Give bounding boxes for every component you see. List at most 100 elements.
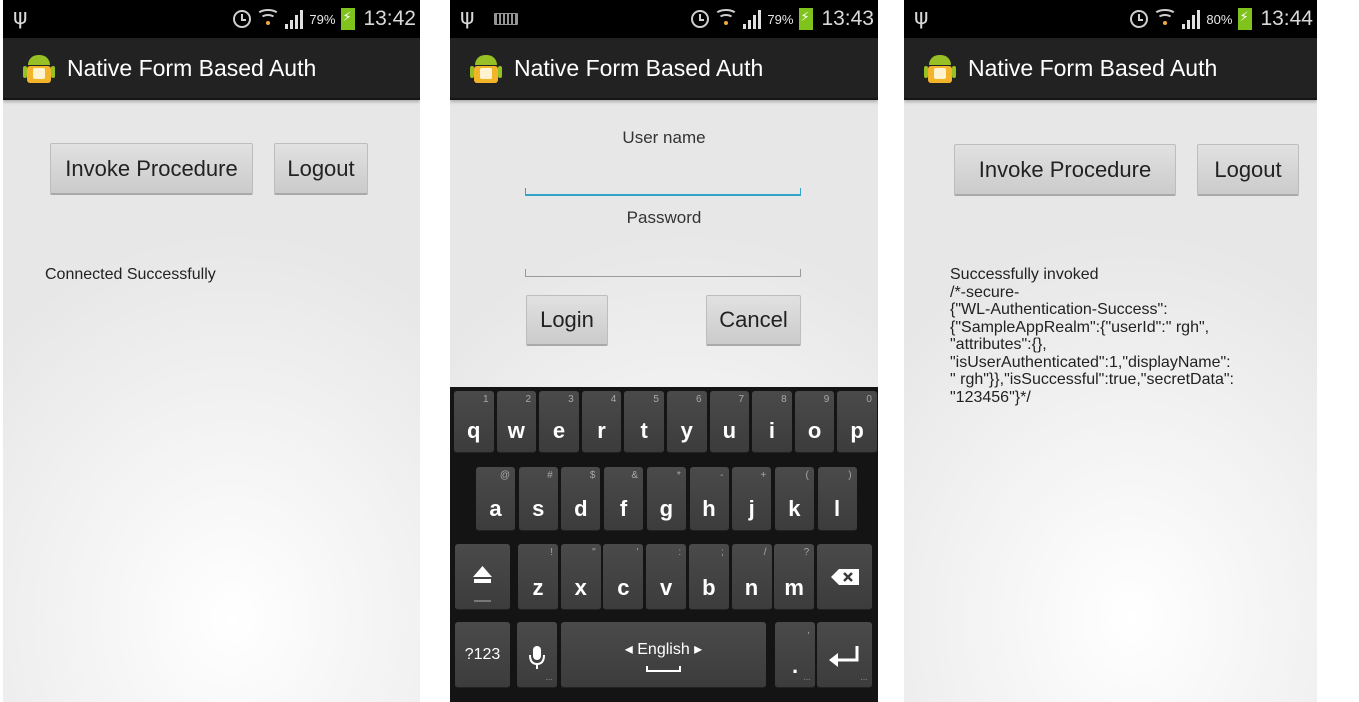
key-label: z bbox=[532, 575, 544, 600]
key-b[interactable]: ; b bbox=[688, 544, 729, 610]
more-dots: ··· bbox=[803, 674, 811, 685]
key-label: c bbox=[617, 575, 630, 600]
key-c[interactable]: ' c bbox=[603, 544, 644, 610]
key-r[interactable]: 4r bbox=[581, 391, 622, 453]
key-y[interactable]: 6y bbox=[667, 391, 707, 453]
username-field[interactable] bbox=[525, 188, 801, 196]
key-hint: 5 bbox=[653, 394, 659, 405]
key-s[interactable]: # s bbox=[518, 467, 558, 531]
phone-screen-connected: ψ 79% 13:42 Native Form Based Auth Invok… bbox=[3, 0, 420, 702]
key-j[interactable]: + j bbox=[732, 467, 772, 531]
soft-keyboard: 1q2w3e4r5t6y7u8i9o0p @ a # s $ d & f * g - h + j(k) l … bbox=[450, 387, 878, 702]
key-v[interactable]: :v bbox=[646, 544, 687, 610]
key-hint: $ bbox=[589, 470, 596, 481]
key-hint: @ bbox=[499, 470, 510, 481]
logout-button[interactable]: Logout bbox=[274, 143, 368, 195]
key-m[interactable]: ? m bbox=[774, 544, 815, 610]
login-button[interactable]: Login bbox=[526, 295, 608, 346]
key-w[interactable]: 2w bbox=[496, 391, 537, 453]
key-label: r bbox=[597, 418, 606, 443]
key-n[interactable]: / n bbox=[731, 544, 772, 610]
key-x[interactable]: " x bbox=[560, 544, 601, 610]
key-hint: ; bbox=[721, 547, 724, 558]
key-q[interactable]: 1q bbox=[454, 391, 494, 453]
key-hint: 4 bbox=[610, 394, 617, 405]
key-t[interactable]: 5t bbox=[624, 391, 664, 453]
usb-icon: ψ bbox=[460, 5, 475, 30]
alarm-icon bbox=[233, 10, 252, 28]
clock: 13:44 bbox=[1260, 7, 1313, 30]
clock: 13:42 bbox=[363, 7, 416, 30]
app-title: Native Form Based Auth bbox=[514, 55, 764, 81]
key-d[interactable]: $ d bbox=[561, 467, 601, 531]
result-line: {"SampleAppRealm":{"userId":" rgh", bbox=[950, 318, 1210, 336]
result-line: /*-secure- bbox=[950, 283, 1020, 301]
key-label: o bbox=[807, 418, 822, 443]
more-dots: ··· bbox=[545, 674, 553, 685]
logout-button[interactable]: Logout bbox=[1197, 144, 1299, 196]
key-h[interactable]: -h bbox=[689, 467, 729, 531]
key-hint: 3 bbox=[568, 394, 574, 405]
key-label: x bbox=[574, 575, 587, 600]
symbols-key[interactable]: ?123 bbox=[455, 622, 510, 688]
key-label: w bbox=[507, 418, 525, 443]
key-hint: # bbox=[547, 470, 553, 481]
key-hint: ) bbox=[848, 470, 852, 481]
key-label: t bbox=[640, 418, 648, 443]
space-key[interactable]: ◂ English ▸ bbox=[561, 622, 766, 688]
key-p[interactable]: 0p bbox=[837, 391, 877, 453]
invoke-procedure-button[interactable]: Invoke Procedure bbox=[50, 143, 253, 195]
result-line: "attributes":{}, bbox=[950, 336, 1047, 353]
comma-hint: , bbox=[807, 625, 810, 636]
key-i[interactable]: 8i bbox=[752, 391, 792, 453]
password-field[interactable] bbox=[525, 269, 801, 277]
invoke-procedure-button[interactable]: Invoke Procedure bbox=[954, 144, 1176, 196]
key-a[interactable]: @ a bbox=[476, 467, 515, 531]
battery-percent: 79% bbox=[767, 11, 794, 27]
status-bar: ψ 79% 13:42 bbox=[3, 0, 420, 38]
key-u[interactable]: 7u bbox=[709, 391, 750, 453]
wifi-icon bbox=[714, 8, 739, 30]
key-e[interactable]: 3e bbox=[539, 391, 579, 453]
key-label: b bbox=[702, 575, 716, 600]
key-label: s bbox=[532, 496, 545, 521]
action-bar: Native Form Based Auth bbox=[904, 38, 1317, 100]
period-key[interactable]: , . ··· bbox=[775, 622, 815, 688]
enter-key[interactable]: ··· bbox=[817, 622, 872, 688]
status-message: Connected Successfully bbox=[45, 266, 216, 283]
key-hint: & bbox=[631, 470, 639, 481]
app-title: Native Form Based Auth bbox=[67, 55, 317, 81]
key-label: a bbox=[489, 496, 502, 521]
key-hint: 9 bbox=[823, 394, 830, 405]
shift-icon bbox=[473, 566, 492, 602]
key-l[interactable]: ) l bbox=[817, 467, 857, 531]
key-hint: ' bbox=[636, 547, 639, 558]
result-line: Successfully invoked bbox=[950, 266, 1099, 283]
key-hint: 8 bbox=[781, 394, 787, 405]
key-g[interactable]: * g bbox=[646, 467, 686, 531]
key-hint: - bbox=[720, 470, 724, 481]
result-line: {"WL-Authentication-Success": bbox=[950, 301, 1168, 318]
key-k[interactable]: (k bbox=[774, 467, 814, 531]
key-label: l bbox=[834, 496, 841, 521]
alarm-icon bbox=[1130, 10, 1149, 28]
battery-charging-icon bbox=[341, 8, 356, 30]
backspace-key[interactable] bbox=[817, 544, 872, 610]
voice-input-key[interactable]: ··· bbox=[517, 622, 557, 688]
android-app-icon bbox=[470, 53, 502, 85]
key-hint: + bbox=[760, 470, 767, 481]
result-line: " rgh"}},"isSuccessful":true,"secretData… bbox=[950, 371, 1234, 388]
battery-percent: 79% bbox=[309, 11, 336, 27]
keyboard-indicator-icon bbox=[494, 13, 518, 25]
cancel-button[interactable]: Cancel bbox=[706, 295, 801, 346]
status-bar: ψ 79% 13:43 bbox=[450, 0, 878, 38]
key-o[interactable]: 9o bbox=[794, 391, 835, 453]
key-f[interactable]: & f bbox=[604, 467, 644, 531]
key-z[interactable]: ! z bbox=[518, 544, 558, 610]
key-label: f bbox=[619, 496, 628, 521]
key-hint: * bbox=[676, 470, 681, 481]
key-label: i bbox=[768, 418, 775, 443]
key-label: m bbox=[784, 575, 804, 600]
key-label: g bbox=[659, 496, 674, 521]
shift-key[interactable] bbox=[455, 544, 510, 610]
